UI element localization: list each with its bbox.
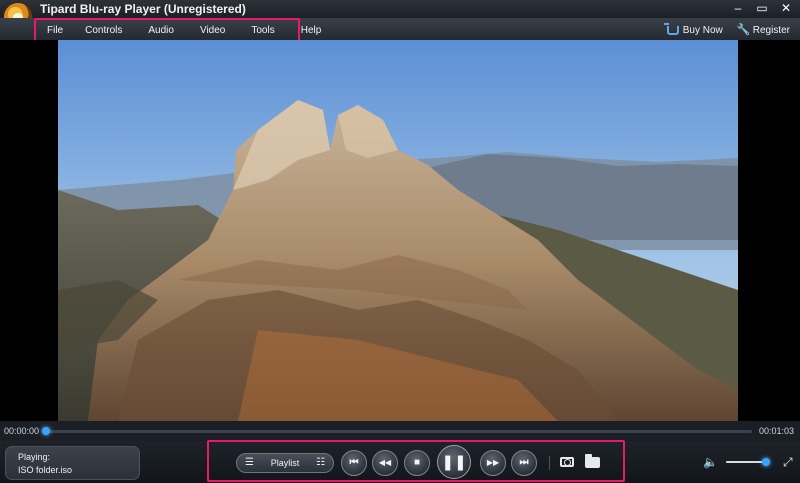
- register-label: Register: [752, 24, 790, 36]
- rewind-icon: ◀◀: [378, 458, 392, 467]
- close-button[interactable]: ✕: [778, 1, 794, 15]
- progress-slider[interactable]: [42, 427, 752, 435]
- progress-handle[interactable]: [42, 427, 50, 435]
- fullscreen-icon[interactable]: ⤢: [783, 456, 795, 468]
- wrench-icon: 🔧: [736, 24, 751, 36]
- next-icon: ⏭: [519, 457, 529, 468]
- title-bar: Tipard Blu-ray Player (Unregistered) – ▭…: [0, 0, 800, 32]
- rewind-button[interactable]: ◀◀: [372, 450, 398, 476]
- next-button[interactable]: ⏭: [511, 450, 537, 476]
- control-divider: [549, 456, 550, 470]
- previous-button[interactable]: ⏮: [341, 450, 367, 476]
- now-playing-panel: Playing: ISO folder.iso: [5, 446, 140, 480]
- pause-button[interactable]: ❚❚: [437, 445, 471, 479]
- buy-now-label: Buy Now: [682, 24, 723, 36]
- playlist-list-icon: ☷: [316, 457, 325, 468]
- window-controls: – ▭ ✕: [730, 1, 794, 15]
- volume-handle[interactable]: [761, 458, 770, 466]
- window-title: Tipard Blu-ray Player (Unregistered): [40, 2, 246, 16]
- camera-icon: [560, 457, 574, 467]
- now-playing-file: ISO folder.iso: [18, 465, 73, 475]
- total-duration: 00:01:03: [758, 426, 794, 436]
- buy-now-link[interactable]: Buy Now: [663, 22, 723, 36]
- fast-forward-icon: ▶▶: [486, 458, 500, 467]
- previous-icon: ⏮: [349, 457, 359, 468]
- current-time: 00:00:00: [4, 426, 40, 436]
- stop-button[interactable]: ■: [404, 450, 430, 476]
- video-frame[interactable]: [58, 40, 738, 421]
- volume-slider[interactable]: [726, 458, 770, 466]
- playlist-button[interactable]: ☰ Playlist ☷: [236, 453, 334, 473]
- stop-icon: ■: [413, 457, 421, 468]
- playlist-label: Playlist: [270, 458, 300, 468]
- volume-fill: [726, 461, 766, 463]
- open-folder-button[interactable]: [583, 453, 601, 470]
- volume-icon[interactable]: 🔈: [703, 456, 719, 468]
- header-links: Buy Now 🔧 Register: [663, 19, 790, 41]
- pause-icon: ❚❚: [441, 453, 467, 471]
- seek-bar: 00:00:00 00:01:03: [0, 421, 800, 441]
- minimize-button[interactable]: –: [730, 1, 746, 15]
- cart-icon: [663, 22, 679, 35]
- now-playing-label: Playing:: [18, 452, 51, 462]
- maximize-button[interactable]: ▭: [754, 1, 770, 15]
- video-image: [58, 40, 738, 421]
- snapshot-button[interactable]: [558, 454, 576, 470]
- folder-open-icon: [584, 453, 600, 468]
- register-link[interactable]: 🔧 Register: [737, 24, 790, 36]
- video-area[interactable]: [0, 40, 800, 421]
- playlist-menu-icon: ☰: [245, 457, 254, 468]
- fast-forward-button[interactable]: ▶▶: [480, 450, 506, 476]
